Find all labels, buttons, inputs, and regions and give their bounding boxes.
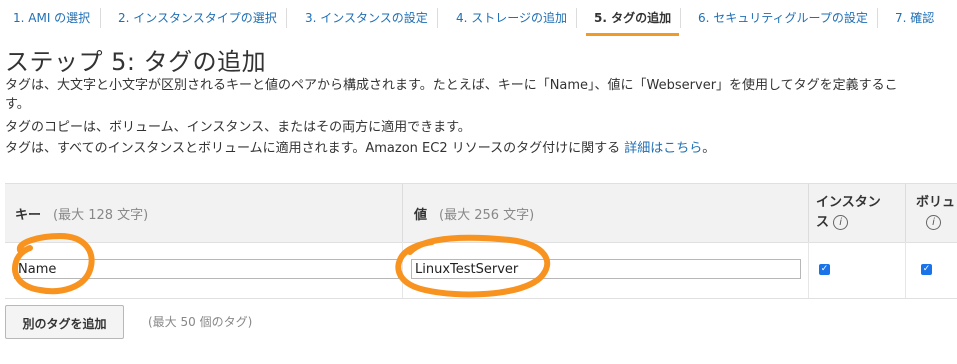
instances-header-label-2: ス: [816, 215, 830, 230]
wizard-steps: 1. AMI の選択 2. インスタンスタイプの選択 3. インスタンスの設定 …: [0, 0, 957, 36]
step-ami[interactable]: 1. AMI の選択: [5, 0, 98, 34]
info-icon[interactable]: i: [833, 215, 849, 230]
tag-key-input[interactable]: [14, 259, 399, 279]
step-storage[interactable]: 4. ストレージの追加: [448, 0, 575, 34]
tags-table-header: キー (最大 128 文字) 値 (最大 256 文字) インスタン ス i ボリュ…: [5, 183, 957, 243]
value-column-header: 値 (最大 256 文字): [414, 204, 534, 223]
step-tags[interactable]: 5. タグの追加: [586, 0, 680, 36]
key-column-header: キー (最大 128 文字): [15, 204, 148, 223]
column-divider: [905, 242, 906, 298]
description-line-2: す。: [5, 97, 30, 112]
instances-column-header: インスタン ス i: [816, 193, 881, 233]
column-divider: [905, 184, 906, 242]
info-icon[interactable]: i: [926, 215, 941, 230]
step-divider: [437, 8, 438, 28]
key-max-hint: (最大 128 文字): [53, 208, 149, 223]
add-tag-button[interactable]: 別のタグを追加: [5, 305, 124, 339]
instances-header-label: インスタン: [816, 195, 881, 210]
tag-value-input[interactable]: [411, 259, 801, 279]
step-divider: [576, 8, 577, 28]
step-divider: [286, 8, 287, 28]
column-divider: [402, 242, 403, 298]
description-text: タグは、すべてのインスタンスとボリュームに適用されます。Amazon EC2 リ…: [5, 141, 625, 156]
volumes-header-label: ボリュ: [916, 195, 956, 210]
step-divider: [100, 8, 101, 28]
description-end: 。: [702, 141, 716, 156]
step-divider: [877, 8, 878, 28]
step-review[interactable]: 7. 確認: [887, 0, 942, 34]
value-header-label: 値: [414, 208, 428, 223]
value-max-hint: (最大 256 文字): [439, 208, 535, 223]
column-divider: [402, 184, 403, 242]
step-instance-type[interactable]: 2. インスタンスタイプの選択: [110, 0, 285, 34]
column-divider: [808, 184, 809, 242]
description-line-3: タグのコピーは、ボリューム、インスタンス、またはその両方に適用できます。: [5, 120, 471, 135]
description-line-4: タグは、すべてのインスタンスとボリュームに適用されます。Amazon EC2 リ…: [5, 140, 715, 158]
column-divider: [808, 242, 809, 298]
learn-more-link[interactable]: 詳細はこちら: [624, 141, 702, 156]
page-title: ステップ 5: タグの追加: [5, 48, 267, 76]
instances-checkbox[interactable]: ✓: [819, 264, 830, 275]
max-tags-note: (最大 50 個のタグ): [148, 315, 253, 329]
volumes-column-header: ボリュ i: [916, 193, 955, 233]
table-row: ✓ ✓: [5, 242, 957, 299]
description-line-1: タグは、大文字と小文字が区別されるキーと値のペアから構成されます。たとえば、キー…: [5, 78, 898, 93]
step-instance-config[interactable]: 3. インスタンスの設定: [297, 0, 436, 34]
step-divider: [680, 8, 681, 28]
volumes-checkbox[interactable]: ✓: [921, 264, 932, 275]
key-header-label: キー: [15, 208, 42, 223]
step-security-group[interactable]: 6. セキュリティグループの設定: [690, 0, 876, 34]
